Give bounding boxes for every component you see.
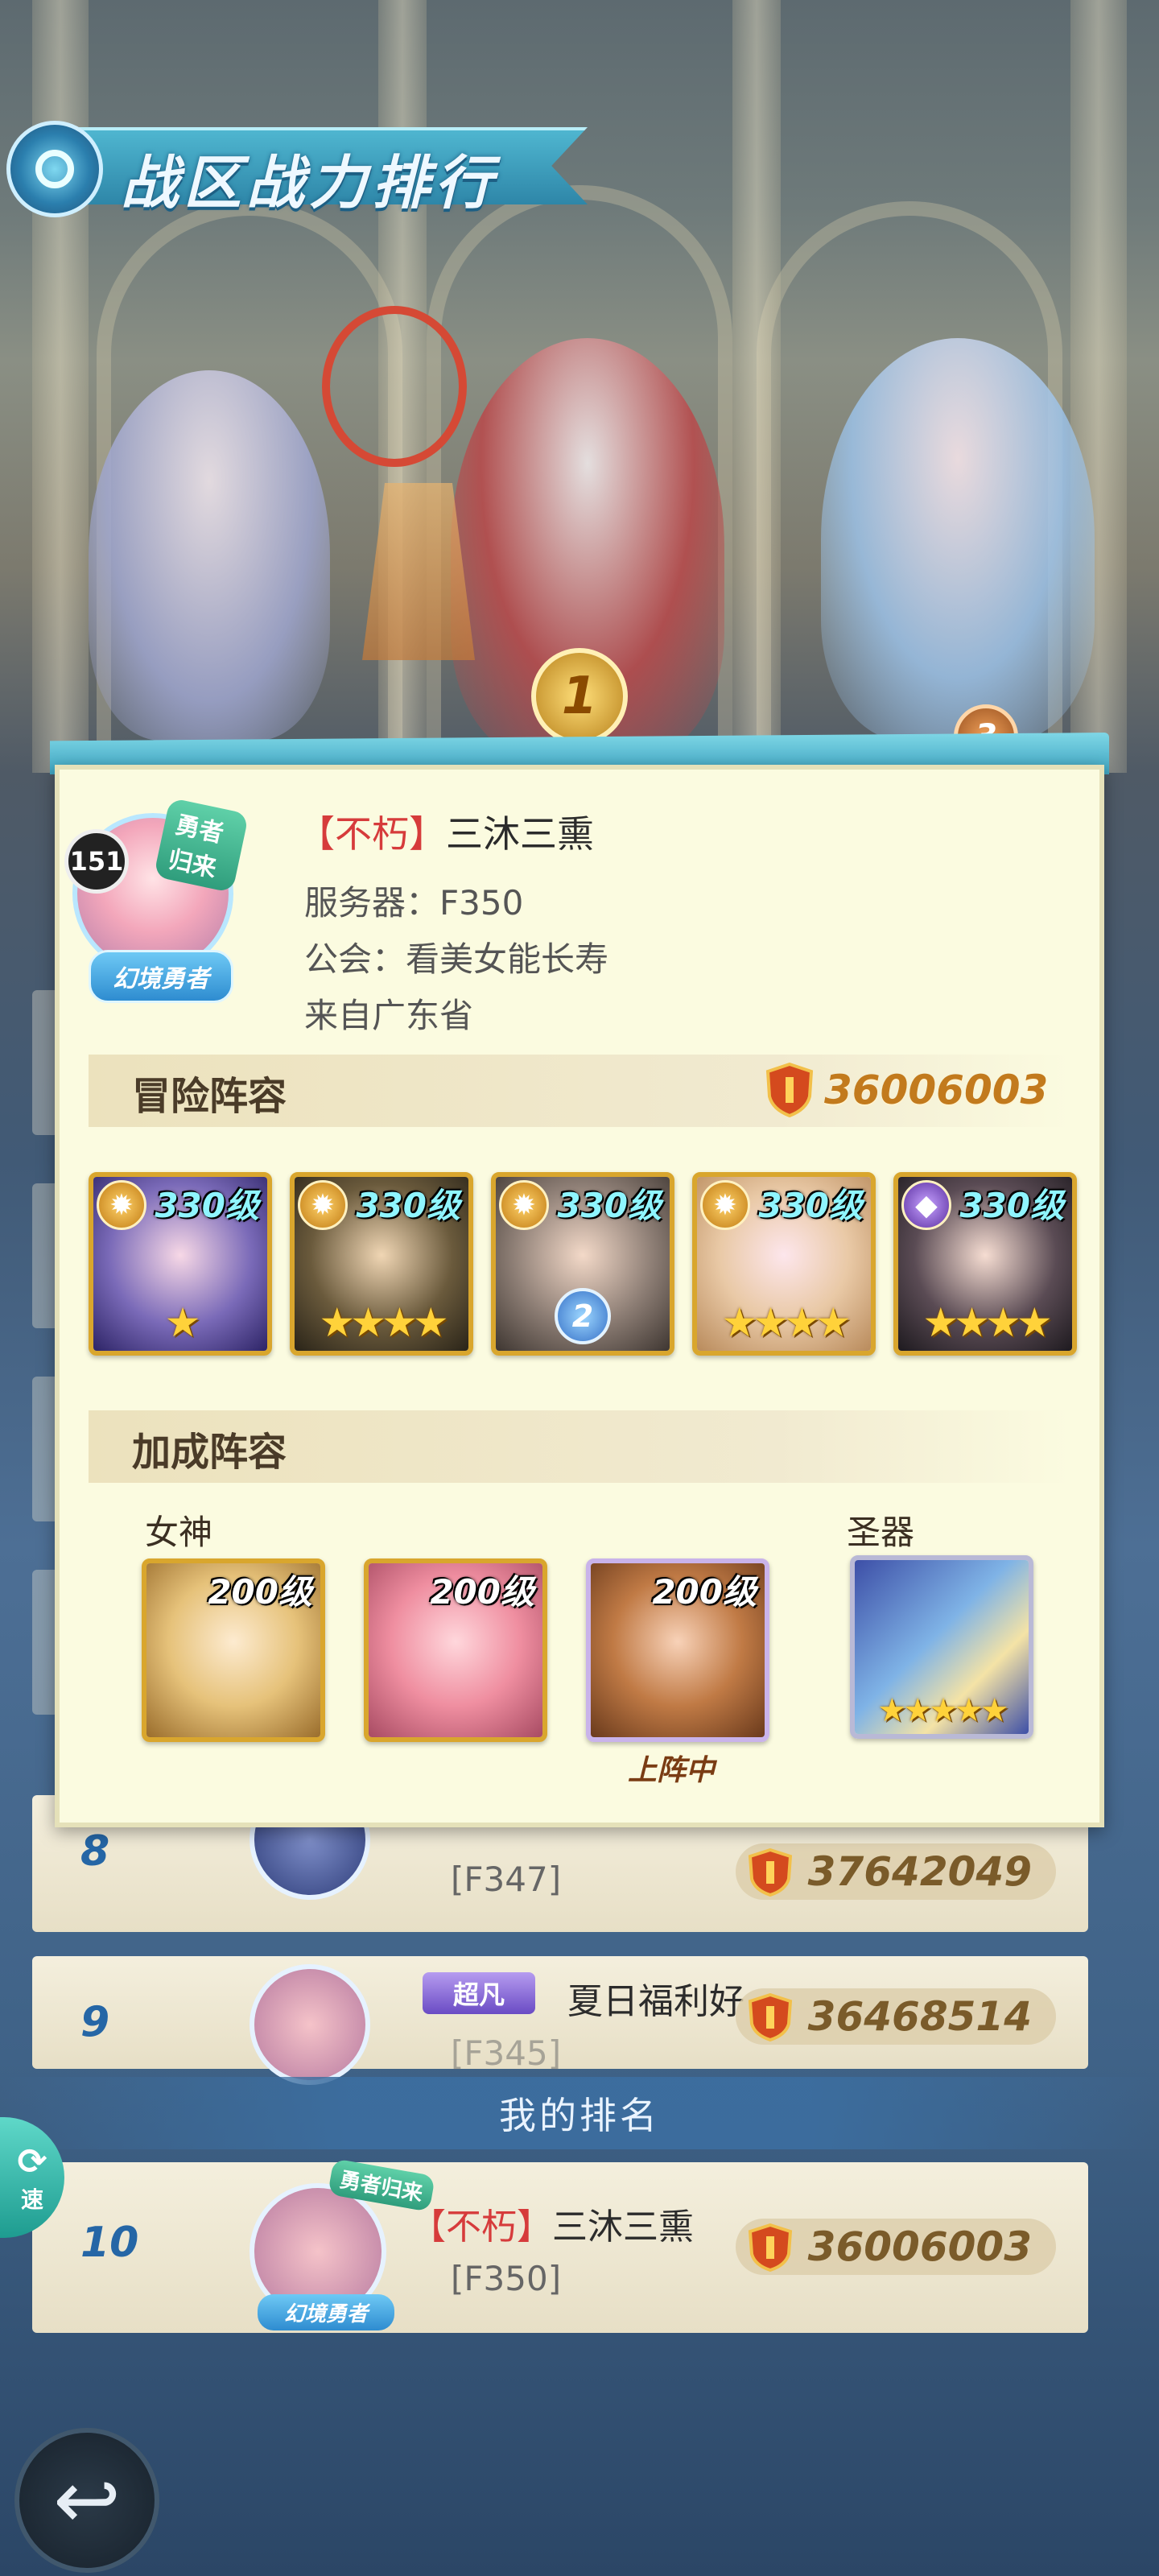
power-value: 36468514 <box>807 1993 1032 2040</box>
artifact-label: 圣器 <box>847 1513 915 1552</box>
goddess-level: 200级 <box>208 1572 312 1612</box>
background-pillar <box>32 0 89 773</box>
avatar-tag-bottom: 幻境勇者 <box>89 950 233 1003</box>
power-badge: 37642049 <box>735 1843 1056 1900</box>
goddess-card[interactable]: 200级 <box>142 1558 325 1742</box>
hero-star-rank: ★ <box>164 1299 201 1346</box>
player-location: 来自广东省 <box>304 996 474 1035</box>
goddess-level: 200级 <box>430 1572 534 1612</box>
rank-2-hero-figure <box>89 370 330 741</box>
my-ranking-row[interactable]: 10 勇者归来 幻境勇者 【不朽】三沐三熏 [F350] 36006003 <box>32 2158 1088 2333</box>
server-label: [F345] <box>451 2033 562 2073</box>
adventure-lineup-label: 冒险阵容 <box>132 1074 287 1119</box>
bonus-lineup-label: 加成阵容 <box>132 1430 287 1475</box>
player-name-text: 三沐三熏 <box>446 812 594 856</box>
sun-faction-icon: ✹ <box>499 1180 549 1230</box>
title-prefix: 【不朽】 <box>410 2207 552 2248</box>
goddess-label: 女神 <box>145 1513 213 1552</box>
goddess-card[interactable]: 200级 <box>364 1558 547 1742</box>
page-title: 战区战力排行 <box>121 149 498 217</box>
artifact-card[interactable]: ★★★★★ <box>850 1555 1033 1739</box>
lineup-power-badge: 36006003 <box>765 1061 1048 1119</box>
rank-number: 10 <box>80 2219 139 2267</box>
rank-1-medal: 1 <box>531 648 628 745</box>
power-badge: 36006003 <box>735 2219 1056 2275</box>
ranking-row[interactable]: 9 超凡 夏日福利好 [F345] 36468514 <box>32 1956 1088 2085</box>
player-level-badge: 151 <box>64 829 129 894</box>
avatar-tag-bottom: 幻境勇者 <box>258 2294 394 2330</box>
power-shield-icon <box>748 1993 792 2041</box>
sun-faction-icon: ✹ <box>97 1180 146 1230</box>
on-team-status: 上阵中 <box>628 1754 716 1787</box>
power-shield-icon <box>748 1848 792 1897</box>
power-shield-icon <box>765 1063 814 1117</box>
hero-card[interactable]: ✹ 330级 ★ <box>89 1172 272 1356</box>
artifact-star-rank: ★★★★★ <box>877 1692 1008 1729</box>
my-rank-header: 我的排名 <box>0 2077 1159 2149</box>
back-button[interactable]: ↩ <box>14 2428 159 2573</box>
background-pillar <box>732 0 781 773</box>
bell-staff-ornament <box>322 306 467 467</box>
hero-level: 330级 <box>557 1186 662 1225</box>
player-name: 夏日福利好 <box>567 1981 744 2022</box>
title-prefix: 【不朽】 <box>298 812 446 856</box>
power-value: 37642049 <box>807 1848 1032 1895</box>
hero-level: 330级 <box>758 1186 863 1225</box>
hero-level: 330级 <box>356 1186 460 1225</box>
my-rank-label: 我的排名 <box>499 2094 660 2137</box>
ranking-emblem-icon <box>6 121 103 217</box>
player-avatar[interactable]: 151 勇者归来 幻境勇者 <box>64 797 250 1003</box>
diamond-faction-icon: ◆ <box>901 1180 951 1230</box>
avatar[interactable] <box>250 1964 370 2085</box>
server-label: [F350] <box>451 2259 562 2298</box>
vip-badge: 超凡 <box>423 1972 535 2014</box>
hero-star-rank: ★★★★ <box>922 1299 1052 1346</box>
rank-number: 9 <box>80 1998 110 2046</box>
player-name: 【不朽】三沐三熏 <box>298 805 594 858</box>
hero-star-rank: ★★★★ <box>319 1299 448 1346</box>
sun-faction-icon: ✹ <box>298 1180 348 1230</box>
hero-star-rank: ★★★★ <box>721 1299 851 1346</box>
hero-card[interactable]: ✹ 330级 ★★★★ <box>290 1172 473 1356</box>
avatar-tag-top: 勇者归来 <box>153 797 250 894</box>
speed-label: 速 <box>20 2186 43 2213</box>
hero-awaken-badge: 2 <box>555 1288 611 1344</box>
player-name-text: 三沐三熏 <box>552 2207 694 2248</box>
hero-level: 330级 <box>155 1186 259 1225</box>
power-badge: 36468514 <box>735 1988 1056 2045</box>
server-label: [F347] <box>451 1860 562 1899</box>
goddess-card[interactable]: 200级 <box>586 1558 769 1742</box>
rank-3-hero-figure <box>821 338 1095 741</box>
goddess-level: 200级 <box>652 1572 757 1612</box>
speed-icon: ⟳ <box>17 2140 47 2182</box>
lineup-power-value: 36006003 <box>824 1067 1049 1113</box>
sun-faction-icon: ✹ <box>700 1180 750 1230</box>
title-banner: 战区战力排行 <box>0 121 612 217</box>
player-server: 服务器：F350 <box>304 883 524 923</box>
back-arrow-icon: ↩ <box>53 2453 121 2547</box>
hero-card[interactable]: ◆ 330级 ★★★★ <box>893 1172 1077 1356</box>
bonus-lineup-header: 加成阵容 <box>89 1410 1070 1483</box>
power-shield-icon <box>748 2223 792 2272</box>
adventure-lineup-header: 冒险阵容 36006003 <box>89 1055 1070 1127</box>
player-name: 【不朽】三沐三熏 <box>410 2198 694 2249</box>
hero-level: 330级 <box>959 1186 1064 1225</box>
hero-card[interactable]: ✹ 330级 ★★★★ <box>692 1172 876 1356</box>
player-guild: 公会：看美女能长寿 <box>304 939 609 979</box>
hero-card[interactable]: ✹ 330级 2 <box>491 1172 674 1356</box>
power-value: 36006003 <box>807 2223 1032 2270</box>
